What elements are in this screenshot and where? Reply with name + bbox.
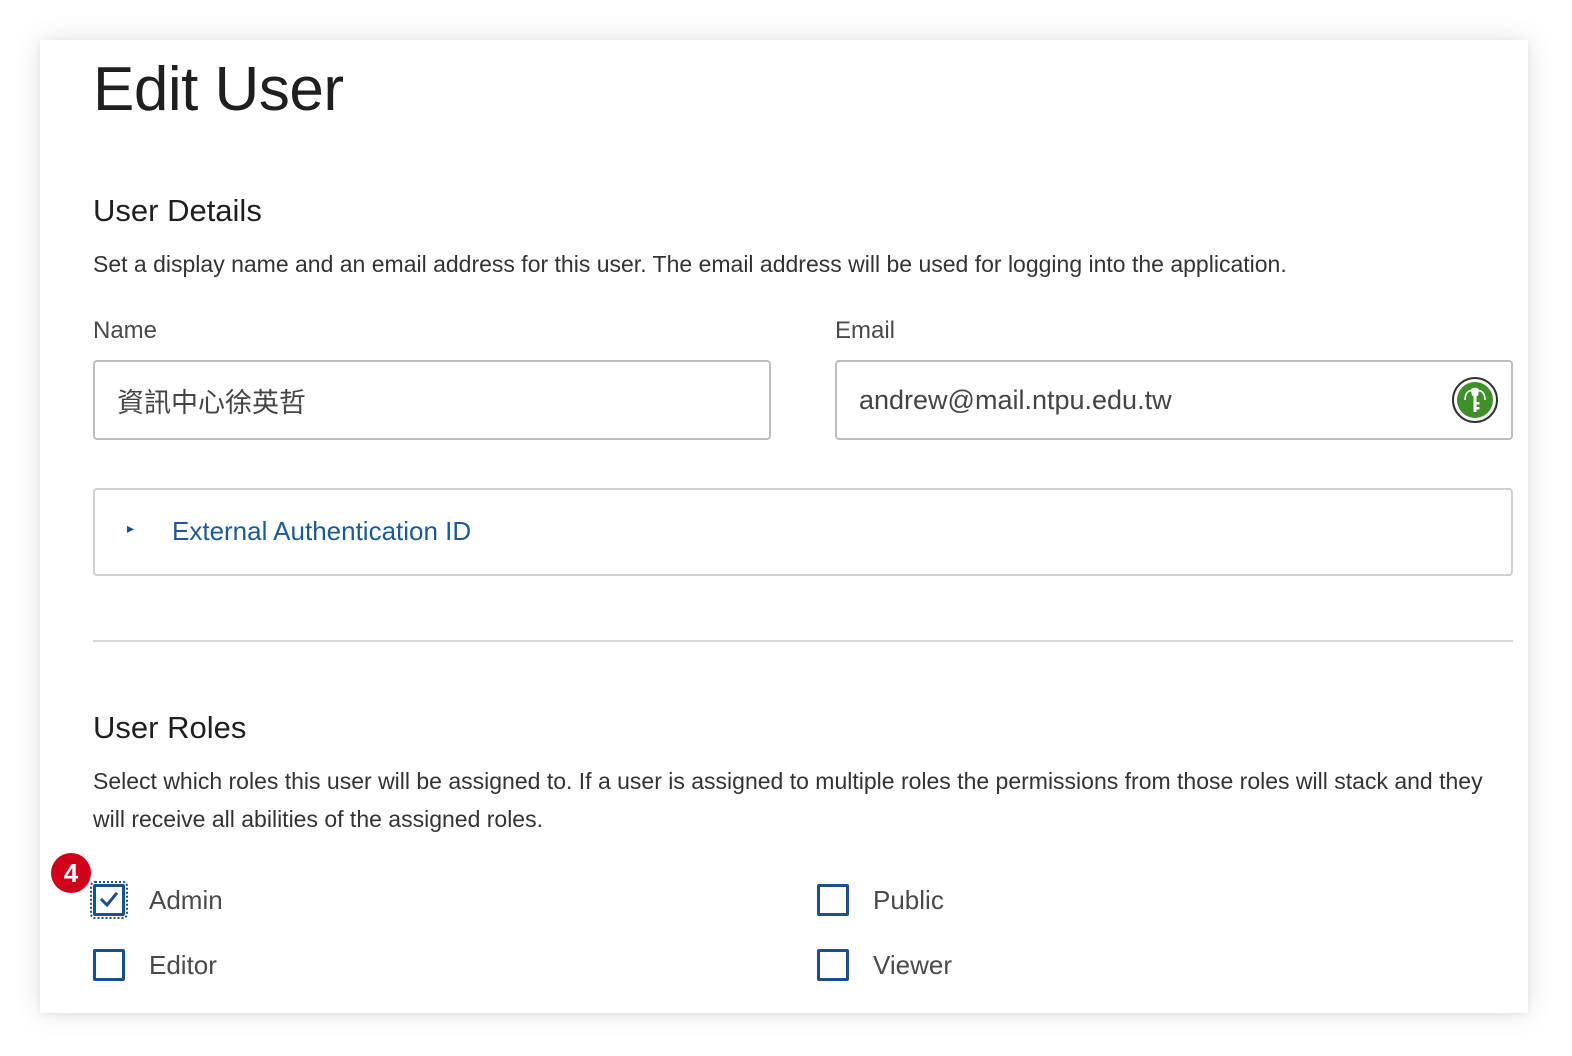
role-editor[interactable]: Editor — [93, 949, 217, 981]
page-title: Edit User — [93, 55, 344, 124]
checkmark-icon — [99, 891, 119, 908]
user-roles-heading: User Roles — [93, 710, 247, 745]
external-auth-label: External Authentication ID — [172, 516, 472, 546]
public-checkbox[interactable] — [817, 884, 849, 916]
role-public[interactable]: Public — [817, 884, 944, 916]
user-roles-description: Select which roles this user will be ass… — [93, 768, 1483, 832]
step-number-badge: 4 — [51, 853, 91, 893]
role-label: Editor — [149, 949, 217, 980]
role-viewer[interactable]: Viewer — [817, 949, 952, 981]
viewer-checkbox[interactable] — [817, 949, 849, 981]
page-card: Edit User User Details Set a display nam… — [40, 40, 1528, 1013]
caret-right-icon: ▸ — [127, 520, 135, 536]
role-label: Admin — [149, 884, 223, 915]
role-admin[interactable]: Admin — [90, 881, 223, 919]
role-label: Viewer — [873, 949, 953, 980]
email-input[interactable] — [835, 360, 1513, 440]
password-manager-key-icon[interactable] — [1452, 377, 1498, 423]
role-label: Public — [873, 884, 944, 915]
external-auth-toggle[interactable]: ▸ External Authentication ID — [93, 488, 1513, 576]
admin-checkbox[interactable] — [90, 881, 128, 919]
user-details-description: Set a display name and an email address … — [93, 251, 1287, 277]
email-label: Email — [835, 317, 896, 344]
editor-checkbox[interactable] — [93, 949, 125, 981]
name-input[interactable] — [93, 360, 771, 440]
user-details-heading: User Details — [93, 193, 262, 228]
section-divider — [93, 640, 1513, 642]
name-label: Name — [93, 317, 158, 344]
